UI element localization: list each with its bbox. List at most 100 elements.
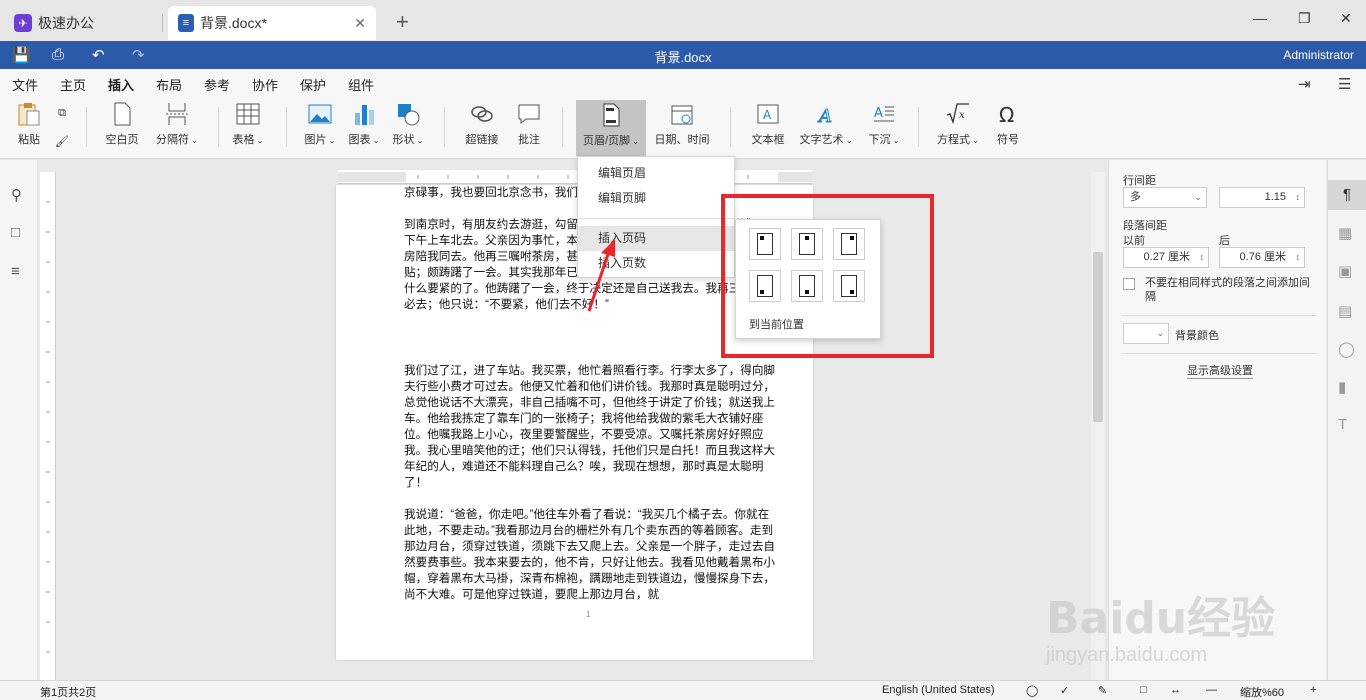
- header-footer-label: 页眉/页脚: [583, 135, 631, 147]
- format-painter-icon[interactable]: 🖌: [52, 135, 72, 148]
- copy-icon[interactable]: ⧉: [52, 107, 72, 120]
- maximize-icon[interactable]: ❐: [1298, 10, 1311, 27]
- panel-divider: [1121, 315, 1317, 316]
- omega-icon: Ω: [999, 103, 1014, 127]
- page-info: 第1页共2页: [40, 687, 97, 699]
- ribbon-separator: [562, 107, 563, 147]
- minimize-icon[interactable]: —: [1253, 10, 1267, 26]
- header-footer-button[interactable]: 页眉/页脚 ⌄: [576, 100, 646, 156]
- shape-settings-icon[interactable]: ◯: [1338, 340, 1355, 358]
- textbox-button[interactable]: A 文本框: [748, 101, 788, 147]
- no-space-same-style-checkbox[interactable]: [1123, 278, 1135, 290]
- new-tab-button[interactable]: +: [396, 9, 409, 35]
- language-selector[interactable]: English (United States): [882, 684, 995, 696]
- shape-button[interactable]: 形状 ⌄: [390, 101, 426, 147]
- image-button[interactable]: 图片 ⌄: [302, 101, 338, 147]
- line-spacing-value-input[interactable]: 1.15 ↕: [1219, 187, 1305, 208]
- chevron-down-icon: ⌄: [1156, 328, 1164, 338]
- spacing-after-input[interactable]: 0.76 厘米 ↕: [1219, 247, 1305, 268]
- menu-item-edit-header[interactable]: 编辑页眉: [578, 161, 734, 186]
- zoom-level[interactable]: 缩放%60: [1240, 684, 1284, 700]
- chart-settings-icon[interactable]: ▮: [1338, 378, 1346, 396]
- menu-bar: 文件 主页 插入 布局 参考 协作 保护 组件 ⇥ ☰: [0, 69, 1366, 100]
- open-location-icon[interactable]: ⇥: [1298, 75, 1311, 93]
- navigation-icon[interactable]: ≡: [11, 263, 20, 280]
- close-tab-icon[interactable]: ✕: [354, 15, 366, 32]
- chart-button[interactable]: 图表 ⌄: [346, 101, 382, 147]
- image-settings-icon[interactable]: ▣: [1338, 262, 1352, 280]
- wordart-button[interactable]: A 文字艺术 ⌄: [798, 101, 854, 147]
- equation-label: 方程式: [937, 134, 971, 146]
- menu-references[interactable]: 参考: [204, 75, 230, 94]
- track-changes-icon[interactable]: ✎: [1098, 684, 1107, 697]
- dropcap-button[interactable]: A 下沉 ⌄: [864, 101, 904, 147]
- dropcap-icon: A: [874, 106, 894, 122]
- menu-layout[interactable]: 布局: [156, 75, 182, 94]
- fit-width-icon[interactable]: ↔: [1170, 684, 1181, 696]
- line-spacing-mode-select[interactable]: 多 ⌄: [1123, 187, 1207, 208]
- zoom-out-icon[interactable]: —: [1206, 684, 1217, 696]
- globe-icon[interactable]: ◯: [1026, 684, 1038, 697]
- left-sidebar: ⚲ □ ≡: [0, 160, 38, 680]
- menu-home[interactable]: 主页: [60, 75, 86, 94]
- scrollbar-thumb[interactable]: [1093, 252, 1103, 422]
- text-art-settings-icon[interactable]: T: [1338, 416, 1347, 433]
- symbol-label: 符号: [997, 134, 1019, 146]
- dropcap-label: 下沉: [868, 134, 891, 146]
- menu-insert[interactable]: 插入: [108, 75, 135, 100]
- comments-icon[interactable]: □: [11, 224, 20, 241]
- show-advanced-settings-link[interactable]: 显示高级设置: [1187, 362, 1253, 379]
- no-space-same-style-label: 不要在相同样式的段落之间添加间隔: [1145, 277, 1310, 303]
- paste-button[interactable]: 粘贴: [12, 101, 46, 147]
- menu-file[interactable]: 文件: [12, 75, 38, 94]
- image-icon: [308, 104, 332, 124]
- hamburger-menu-icon[interactable]: ☰: [1338, 75, 1351, 93]
- header-footer-settings-icon[interactable]: ▤: [1338, 302, 1352, 320]
- right-toolbar: ¶ ▦ ▣ ▤ ◯ ▮ T: [1327, 160, 1366, 680]
- paragraph-spacing-label: 段落间距: [1123, 220, 1167, 232]
- table-settings-icon[interactable]: ▦: [1338, 224, 1352, 242]
- comment-label: 批注: [518, 134, 540, 146]
- spacing-before-value: 0.27 厘米: [1143, 251, 1190, 263]
- blank-page-button[interactable]: 空白页: [100, 101, 144, 147]
- spellcheck-icon[interactable]: ✓: [1060, 684, 1069, 697]
- red-arrow-annotation: [587, 239, 615, 312]
- paragraph-icon[interactable]: ¶: [1328, 180, 1366, 210]
- tab-document[interactable]: ≡ 背景.docx* ✕: [168, 6, 376, 40]
- stepper-icon: ↕: [1199, 252, 1205, 262]
- equation-button[interactable]: x 方程式 ⌄: [934, 101, 982, 147]
- table-button[interactable]: 表格 ⌄: [230, 101, 266, 147]
- menu-item-edit-footer[interactable]: 编辑页脚: [578, 186, 734, 211]
- baidu-watermark: Baidu经验: [1046, 593, 1276, 644]
- search-icon[interactable]: ⚲: [11, 186, 22, 204]
- wordart-label: 文字艺术: [799, 134, 844, 146]
- clipboard-icon: [18, 103, 40, 126]
- chart-label: 图表: [348, 134, 371, 146]
- close-window-icon[interactable]: ✕: [1340, 10, 1352, 27]
- paste-label: 粘贴: [18, 134, 40, 146]
- menu-collaborate[interactable]: 协作: [252, 75, 278, 94]
- baidu-watermark-url: jingyan.baidu.com: [1046, 644, 1208, 666]
- comment-button[interactable]: 批注: [512, 101, 546, 147]
- zoom-in-icon[interactable]: +: [1310, 684, 1316, 696]
- datetime-button[interactable]: 日期、时间: [652, 101, 712, 147]
- blank-page-label: 空白页: [105, 134, 139, 146]
- break-button[interactable]: 分隔符 ⌄: [152, 101, 202, 147]
- horizontal-ruler-ticks: [338, 172, 812, 182]
- fit-page-icon[interactable]: □: [1140, 684, 1147, 696]
- header-footer-icon: [603, 103, 620, 127]
- background-color-picker[interactable]: ⌄: [1123, 323, 1169, 344]
- menu-plugins[interactable]: 组件: [348, 75, 374, 94]
- hyperlink-button[interactable]: 超链接: [460, 101, 504, 147]
- calendar-icon: [671, 105, 693, 125]
- symbol-button[interactable]: Ω 符号: [992, 101, 1024, 147]
- comment-icon: [518, 104, 540, 125]
- spacing-before-input[interactable]: 0.27 厘米 ↕: [1123, 247, 1209, 268]
- hyperlink-label: 超链接: [465, 134, 499, 146]
- tab-home[interactable]: ✈ 极速办公: [4, 6, 160, 40]
- menu-protect[interactable]: 保护: [300, 75, 326, 94]
- highlight-box: [721, 194, 934, 358]
- svg-text:Ω: Ω: [999, 103, 1014, 127]
- line-spacing-label: 行间距: [1123, 175, 1156, 187]
- user-name: Administrator: [1283, 48, 1354, 62]
